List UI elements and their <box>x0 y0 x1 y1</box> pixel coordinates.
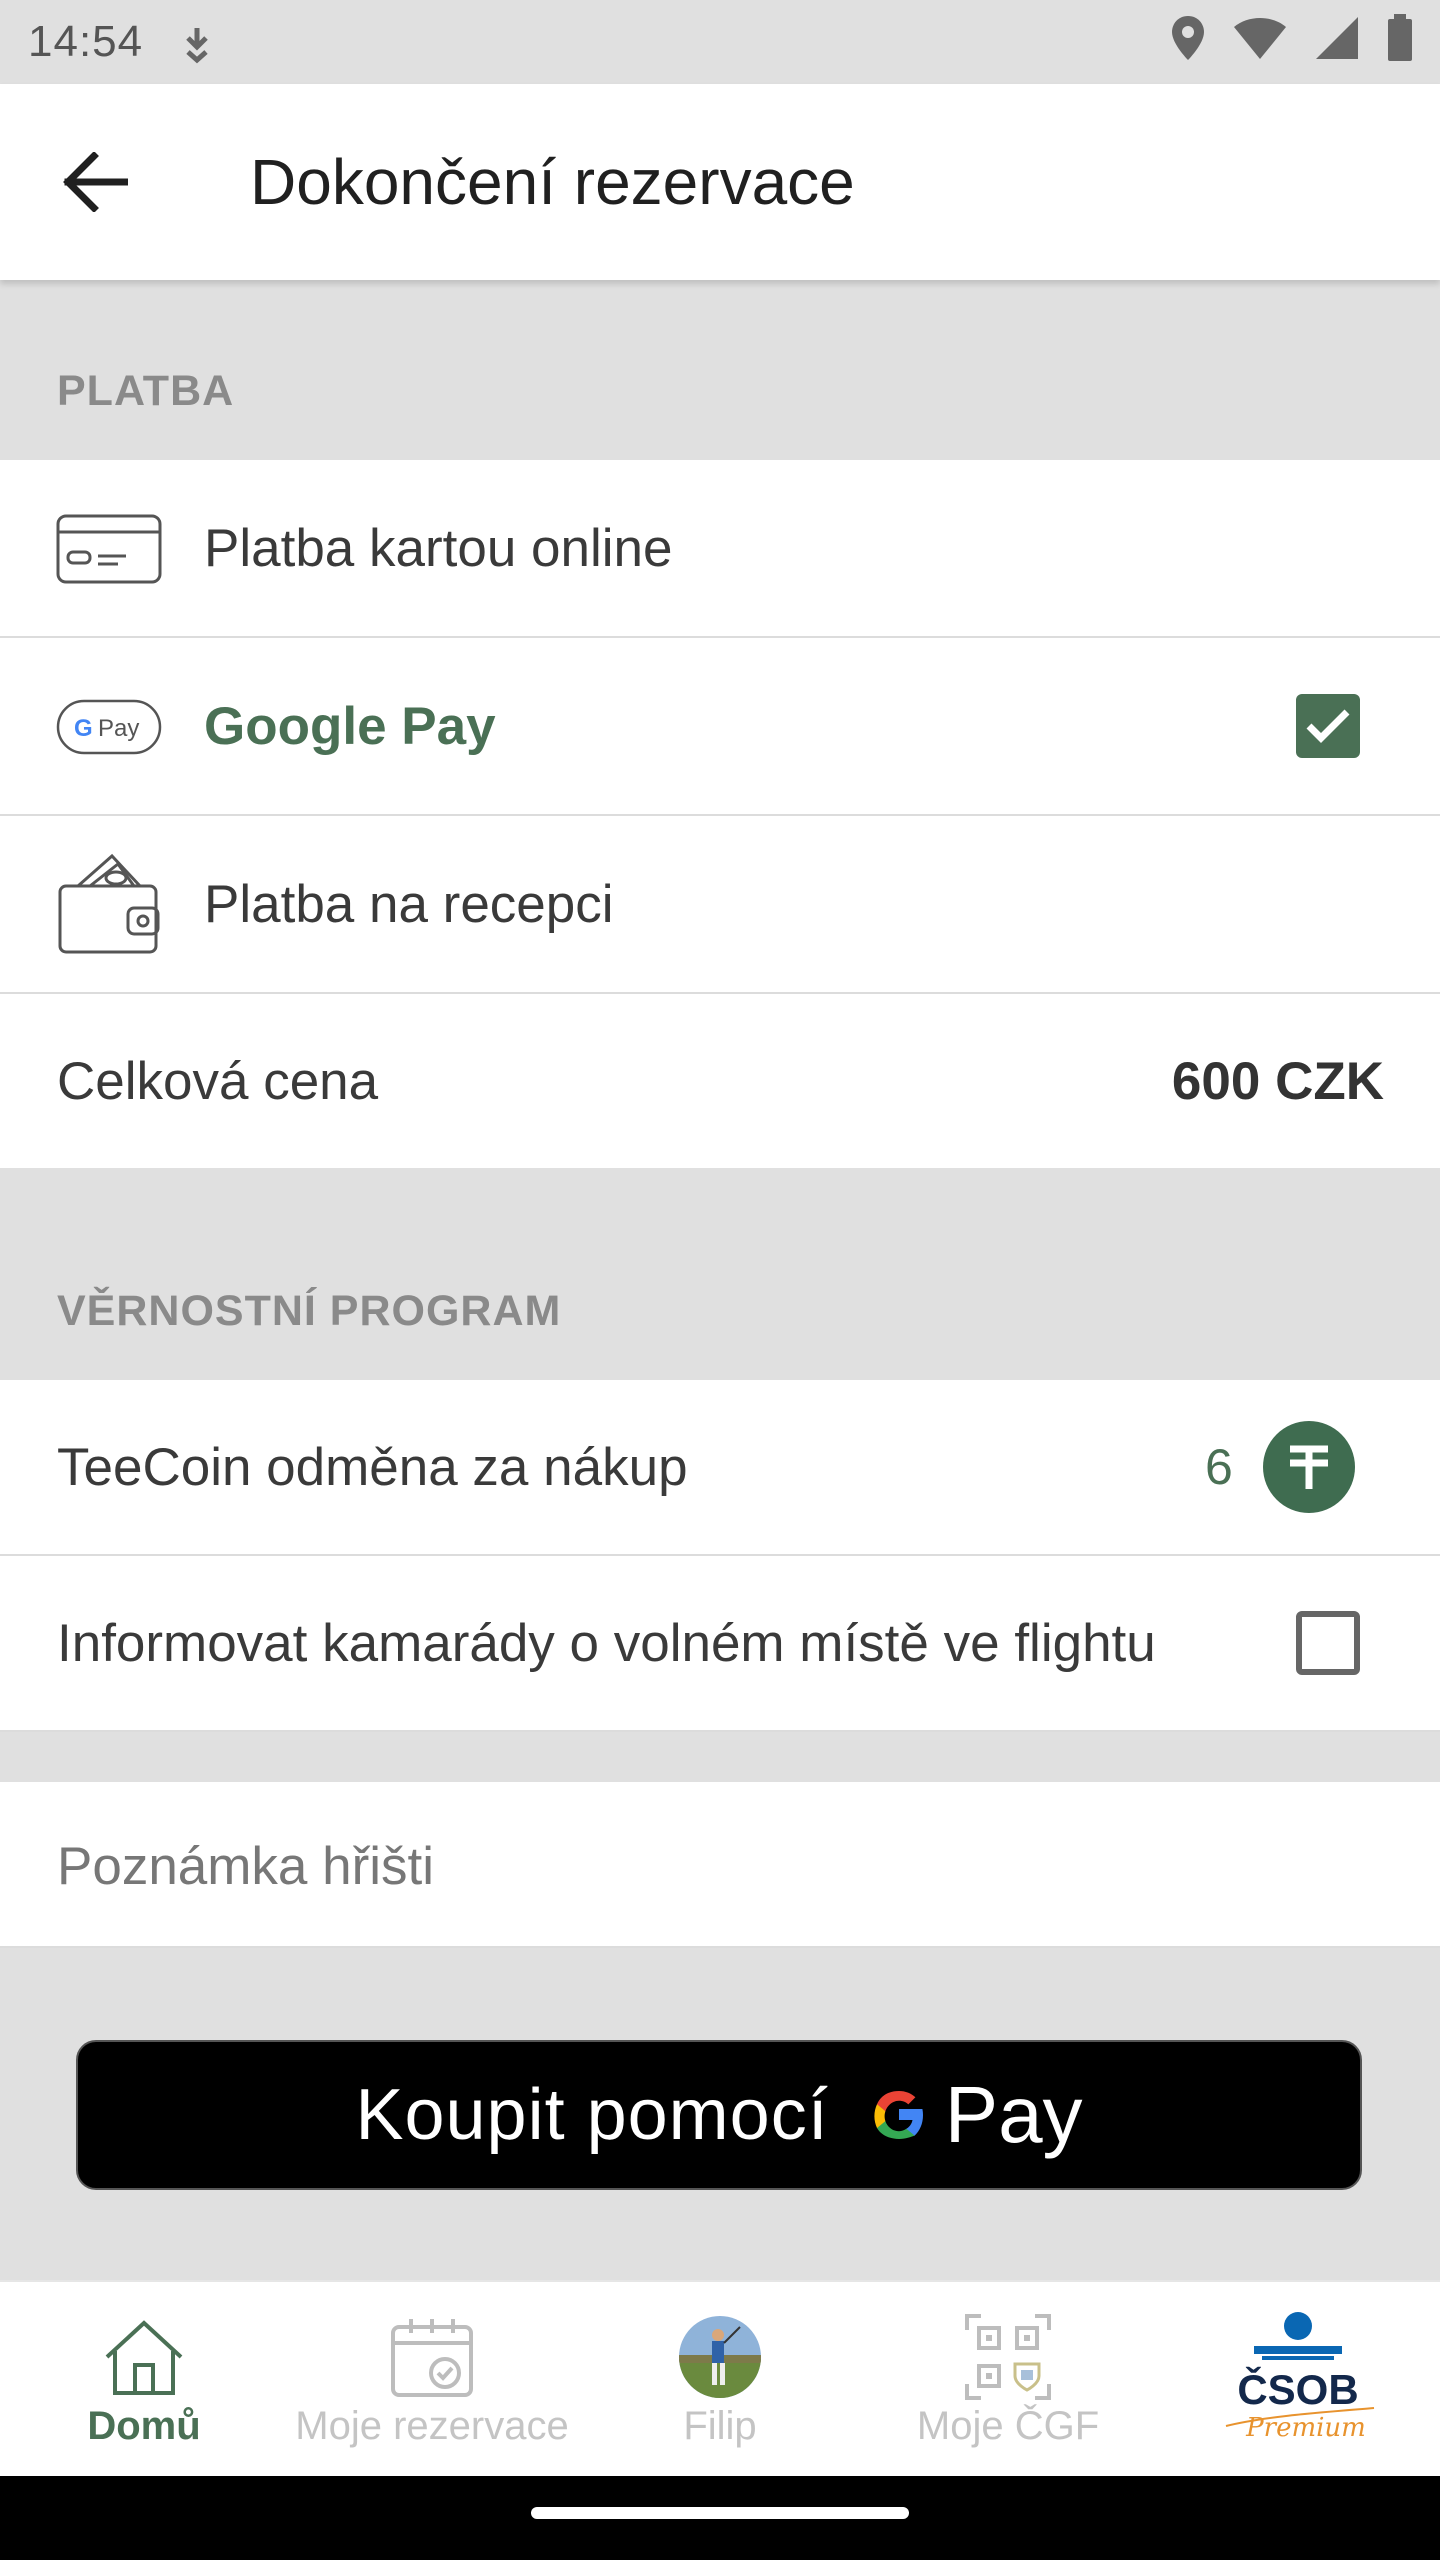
google-g-icon <box>874 2091 923 2139</box>
location-icon <box>1172 16 1204 60</box>
nav-label: Domů <box>87 2404 201 2448</box>
premium-logo-text: Premium <box>1245 2413 1366 2443</box>
system-gesture-bar <box>0 2476 1440 2560</box>
wifi-icon <box>1234 18 1286 59</box>
back-button[interactable] <box>35 122 155 242</box>
note-row[interactable] <box>0 1782 1440 1948</box>
payment-method-card[interactable]: Platba kartou online <box>0 460 1440 638</box>
credit-card-icon <box>56 496 162 602</box>
payment-method-reception[interactable]: Platba na recepci <box>0 816 1440 994</box>
notify-friends-checkbox[interactable] <box>1296 1611 1360 1675</box>
nav-item-my-reservations[interactable]: Moje rezervace <box>288 2282 576 2478</box>
nav-item-csob-premium[interactable]: ČSOB Premium <box>1152 2282 1440 2478</box>
loyalty-section-header: VĚRNOSTNÍ PROGRAM <box>0 1168 1440 1380</box>
payment-method-label: Platba na recepci <box>204 874 614 934</box>
battery-icon <box>1388 14 1412 61</box>
checkmark-icon <box>1306 709 1350 743</box>
home-icon <box>99 2312 189 2402</box>
total-price-row: Celková cena 600 CZK <box>0 994 1440 1168</box>
csob-premium-logo: ČSOB Premium <box>1206 2304 1386 2454</box>
nav-label: Moje rezervace <box>295 2404 569 2448</box>
nav-item-my-cgf[interactable]: Moje ČGF <box>864 2282 1152 2478</box>
payment-method-label: Platba kartou online <box>204 518 673 578</box>
status-time: 14:54 <box>28 17 144 66</box>
status-bar: 14:54 <box>0 0 1440 84</box>
app-bar: Dokončení rezervace <box>0 84 1440 280</box>
profile-avatar <box>675 2312 765 2402</box>
bottom-navigation: Domů Moje rezervace Filip Moje ČGF ČSOB … <box>0 2280 1440 2476</box>
google-pay-logo: Pay <box>863 2069 1083 2161</box>
total-price-value: 600 CZK <box>1171 1051 1384 1111</box>
payment-method-google-pay[interactable]: G Pay Google Pay <box>0 638 1440 816</box>
nav-label: Filip <box>683 2404 757 2448</box>
teecoin-label: TeeCoin odměna za nákup <box>57 1437 688 1497</box>
google-pay-icon: G Pay <box>56 674 162 780</box>
teecoin-count: 6 <box>1205 1439 1233 1495</box>
qr-code-icon <box>963 2312 1053 2402</box>
signal-icon <box>1316 17 1358 59</box>
home-gesture-handle[interactable] <box>531 2507 909 2519</box>
payment-method-label: Google Pay <box>204 696 496 756</box>
note-input[interactable] <box>57 1834 1377 1898</box>
status-icons <box>1170 14 1414 62</box>
notify-friends-label: Informovat kamarády o volném místě ve fl… <box>57 1613 1156 1673</box>
buy-button-label: Koupit pomocí <box>355 2075 829 2155</box>
google-pay-checkbox[interactable] <box>1296 694 1360 758</box>
calendar-check-icon <box>387 2312 477 2402</box>
arrow-back-icon <box>63 152 128 212</box>
teecoin-row: TeeCoin odměna za nákup 6 <box>0 1380 1440 1556</box>
loyalty-section-label: VĚRNOSTNÍ PROGRAM <box>57 1287 562 1335</box>
nav-label: Moje ČGF <box>916 2404 1100 2448</box>
total-price-label: Celková cena <box>57 1051 379 1111</box>
csob-logo-text: ČSOB <box>1237 2365 1358 2413</box>
wallet-icon <box>56 852 162 958</box>
payment-section-header: PLATBA <box>0 280 1440 460</box>
buy-with-google-pay-button[interactable]: Koupit pomocí Pay <box>76 2040 1362 2190</box>
notify-friends-row[interactable]: Informovat kamarády o volném místě ve fl… <box>0 1556 1440 1732</box>
teecoin-icon <box>1263 1421 1355 1513</box>
nav-item-home[interactable]: Domů <box>0 2282 288 2478</box>
payment-section-label: PLATBA <box>57 367 235 415</box>
page-title: Dokončení rezervace <box>250 146 855 218</box>
download-icon <box>180 24 214 69</box>
svg-text:G: G <box>74 715 93 742</box>
svg-text:Pay: Pay <box>98 715 139 742</box>
pay-word: Pay <box>944 2070 1083 2159</box>
nav-item-profile[interactable]: Filip <box>576 2282 864 2478</box>
